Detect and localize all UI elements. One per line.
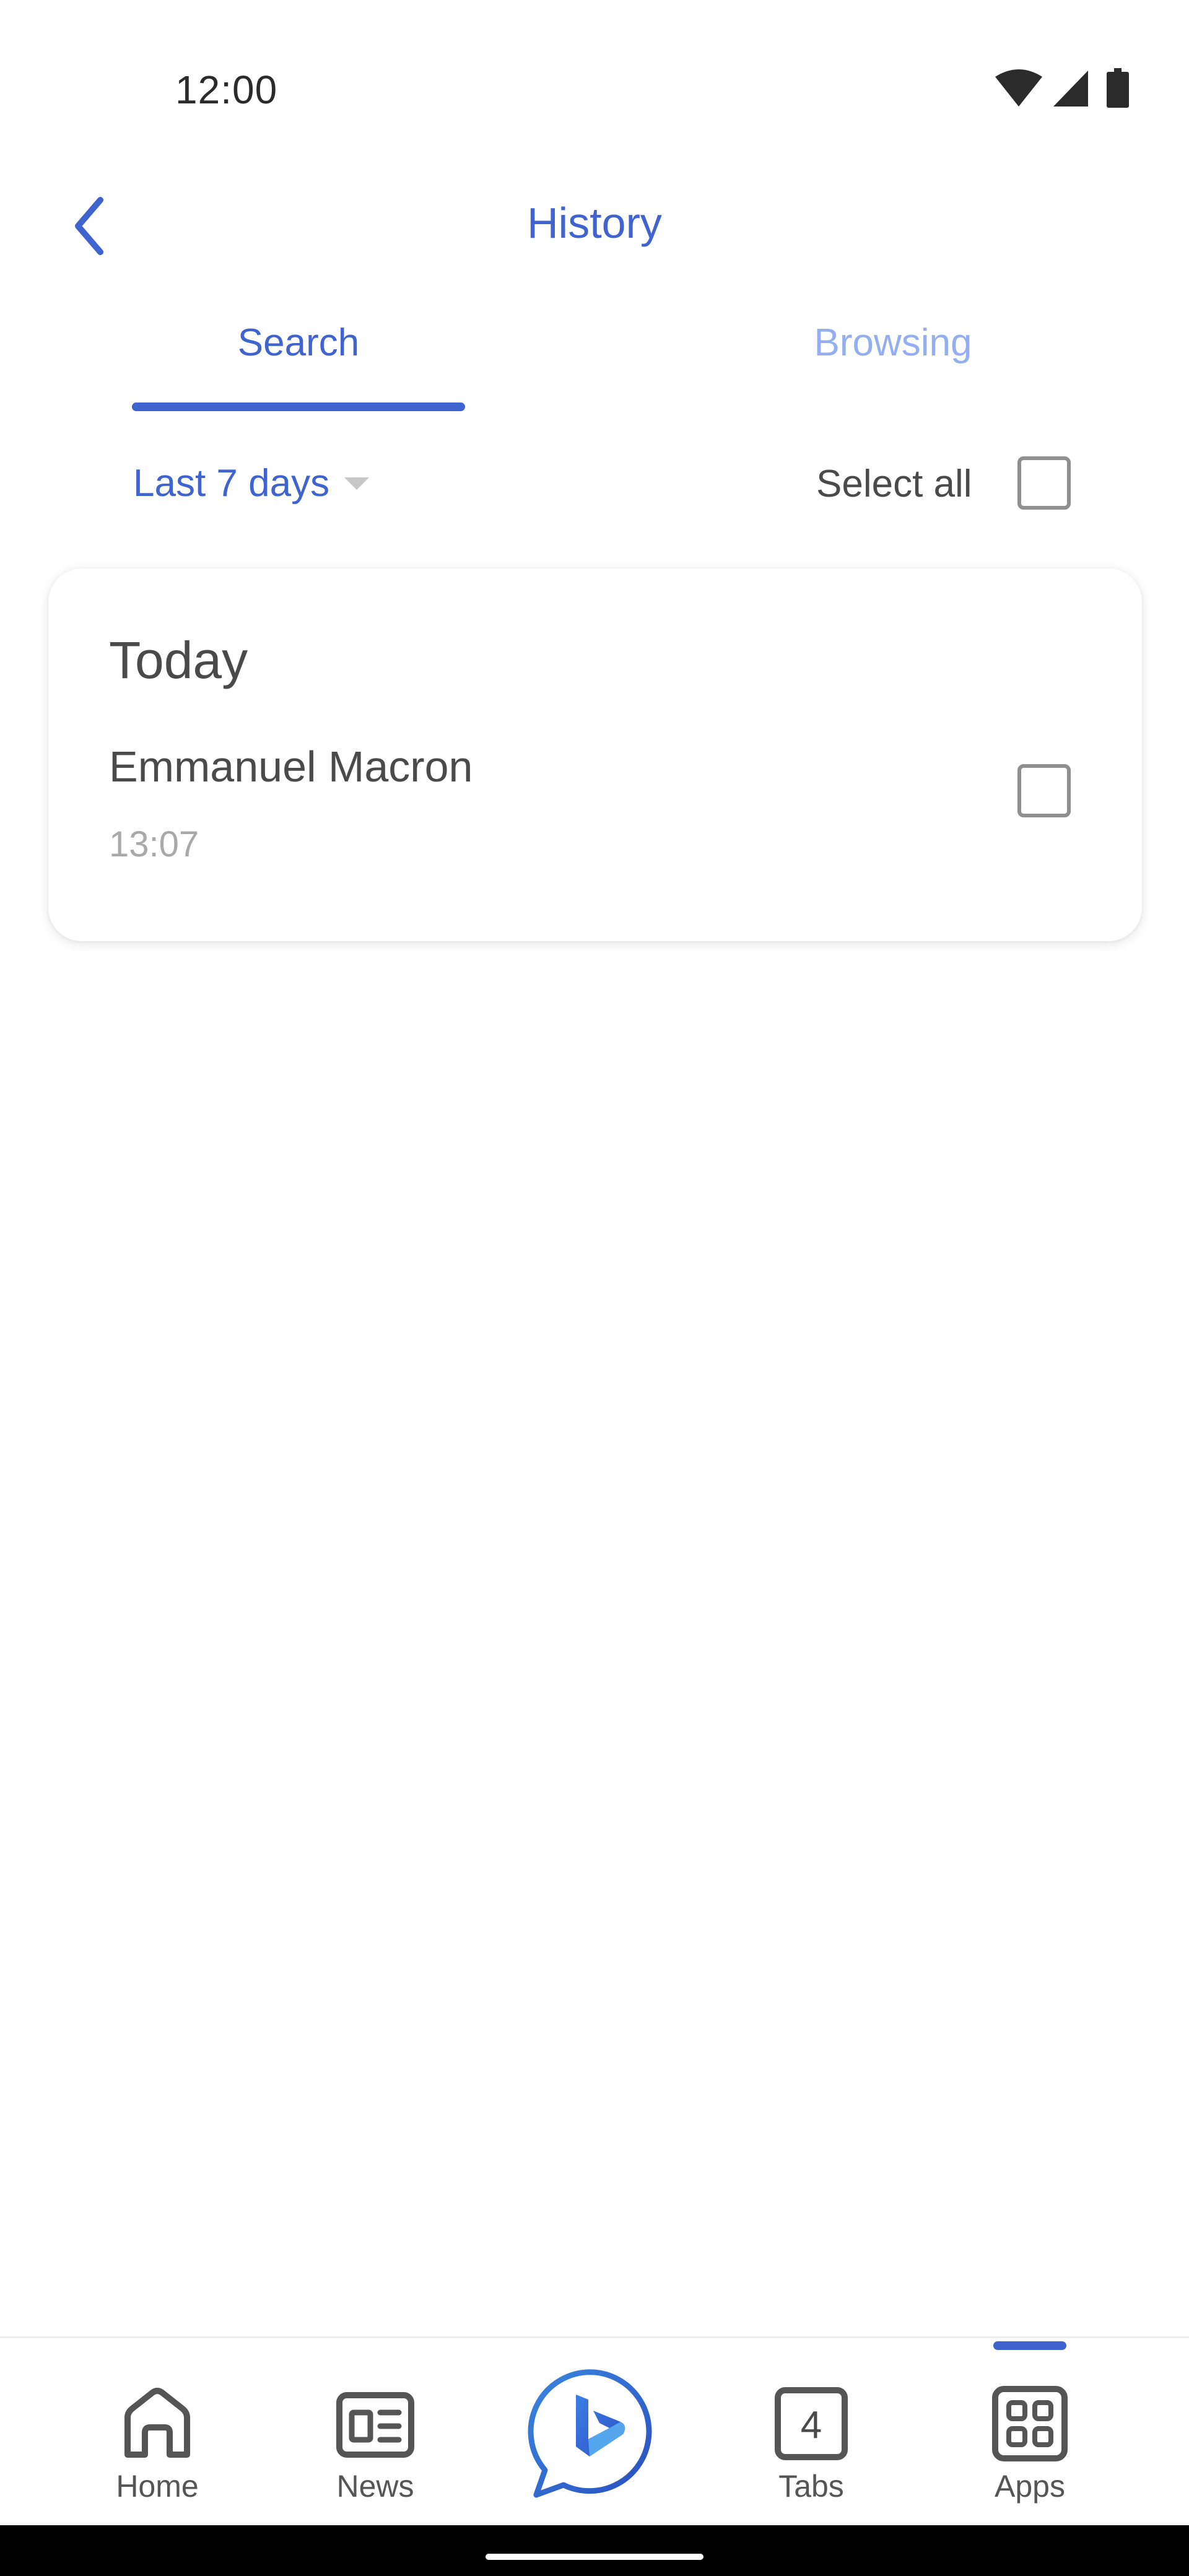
tab-active-indicator [132, 402, 465, 411]
bing-chat-button[interactable] [526, 2366, 663, 2502]
bing-chat-icon [528, 2369, 652, 2498]
tab-search-label: Search [237, 321, 360, 364]
page-title: History [527, 199, 662, 247]
gesture-handle[interactable] [486, 2554, 703, 2560]
caret-down-icon [344, 477, 370, 490]
history-group-card: Today Emmanuel Macron 13:07 [48, 568, 1142, 941]
system-navigation-bar [0, 2525, 1189, 2576]
nav-tabs-label: Tabs [778, 2469, 844, 2504]
home-icon [124, 2388, 190, 2458]
history-item-checkbox[interactable] [1017, 764, 1071, 817]
history-item-time: 13:07 [109, 824, 199, 864]
date-range-dropdown[interactable]: Last 7 days [133, 452, 370, 514]
bottom-nav: Home News 4 Tabs Apps [0, 2336, 1189, 2525]
wifi-icon [995, 69, 1042, 107]
tabs-count: 4 [800, 2403, 822, 2447]
nav-apps-label: Apps [995, 2469, 1065, 2504]
nav-home-label: Home [116, 2469, 199, 2504]
status-icons [994, 68, 1143, 111]
status-bar: 12:00 [0, 0, 1189, 186]
tab-search[interactable]: Search [132, 297, 465, 415]
nav-news-label: News [336, 2469, 414, 2504]
history-item[interactable]: Emmanuel Macron 13:07 [48, 742, 1142, 890]
history-tabs: Search Browsing [0, 297, 1189, 415]
nav-home[interactable]: Home [77, 2338, 238, 2527]
signal-icon [1053, 71, 1088, 107]
tab-browsing[interactable]: Browsing [726, 297, 1060, 415]
apps-grid-icon [992, 2386, 1068, 2461]
news-icon [336, 2392, 414, 2458]
nav-apps[interactable]: Apps [949, 2338, 1110, 2527]
date-range-label: Last 7 days [133, 461, 330, 505]
select-all-label: Select all [816, 463, 972, 505]
group-title: Today [109, 631, 248, 689]
tab-browsing-label: Browsing [814, 321, 972, 364]
nav-tabs[interactable]: 4 Tabs [731, 2338, 892, 2527]
status-time: 12:00 [175, 67, 278, 112]
history-item-query: Emmanuel Macron [109, 742, 473, 791]
nav-news[interactable]: News [295, 2338, 456, 2527]
tabs-icon: 4 [768, 2382, 855, 2468]
select-all-checkbox[interactable] [1017, 456, 1071, 510]
battery-icon [1107, 68, 1129, 108]
header: History [0, 161, 1189, 285]
filter-row: Last 7 days Select all [0, 446, 1189, 520]
